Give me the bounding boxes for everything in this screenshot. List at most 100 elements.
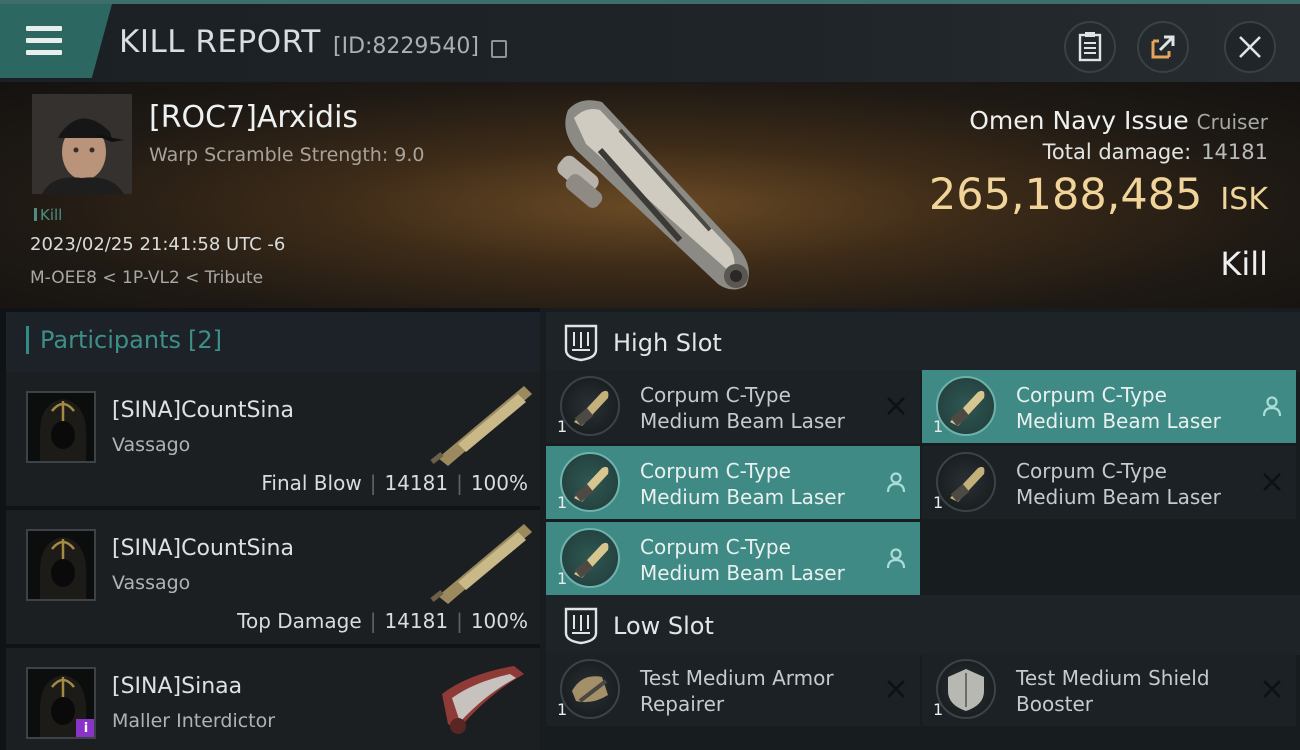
kill-tag: Kill [34, 206, 62, 224]
vassago-ship-image [430, 386, 532, 466]
isk-unit: ISK [1220, 182, 1268, 217]
participant-role: Top Damage [237, 609, 362, 633]
info-badge-icon: i [76, 719, 94, 737]
clipboard-icon [1078, 32, 1102, 62]
module-slot[interactable]: 1 Test Medium Armor Repairer [546, 653, 920, 726]
beam-laser-icon [560, 452, 620, 512]
module-quantity: 1 [933, 700, 944, 719]
module-slot[interactable]: 1 Corpum C-Type Medium Beam Laser [922, 370, 1296, 443]
ship-class-label: Cruiser [1196, 110, 1268, 134]
participant-name: [SINA]Sinaa [112, 674, 243, 699]
participants-header[interactable]: Participants [2] [6, 312, 540, 372]
low-slot-icon [564, 607, 598, 645]
victim-portrait[interactable] [32, 94, 132, 194]
participant-damage: 14181 [384, 471, 449, 495]
participant-stats: Final Blow | 14181 | 100% [261, 471, 528, 495]
high-slot-header: High Slot [546, 312, 1300, 372]
kill-datetime: 2023/02/25 21:41:58 UTC -6 [30, 234, 286, 255]
module-quantity: 1 [557, 417, 568, 436]
module-quantity: 1 [557, 493, 568, 512]
beam-laser-icon [560, 528, 620, 588]
participant-name: [SINA]CountSina [112, 536, 294, 561]
participants-label: Participants [40, 326, 181, 354]
maller-ship-image [442, 666, 524, 734]
kill-tag-label: Kill [40, 206, 63, 224]
fitting-panel: High Slot 1 Corpum C-Type Medium Beam La… [540, 308, 1300, 750]
module-name: Test Medium Shield Booster [1016, 666, 1210, 716]
participant-ship: Vassago [112, 434, 191, 456]
destroyed-x-icon [887, 397, 905, 415]
kill-result: Kill [1220, 245, 1268, 283]
victim-ship-name[interactable]: Omen Navy Issue Cruiser [969, 106, 1268, 135]
share-icon [1151, 35, 1175, 59]
participant-row[interactable]: i [SINA]Sinaa Maller Interdictor [6, 648, 540, 750]
participant-row[interactable]: [SINA]CountSina Vassago Final Blow | 14181… [6, 372, 540, 506]
dropped-person-icon [886, 472, 906, 493]
participant-ship: Maller Interdictor [112, 710, 276, 732]
low-slot-title: Low Slot [613, 612, 714, 640]
destroyed-x-icon [887, 680, 905, 698]
module-name: Corpum C-Type Medium Beam Laser [1016, 383, 1221, 433]
module-quantity: 1 [933, 417, 944, 436]
participants-panel: Participants [2] [SINA]CountSina Vassago… [0, 308, 540, 750]
shield-booster-icon [936, 659, 996, 719]
beam-laser-icon [560, 376, 620, 436]
participant-avatar: i [26, 667, 96, 739]
dropped-person-icon [886, 548, 906, 569]
participant-damage: 14181 [384, 609, 449, 633]
isk-value: 265,188,485 ISK [929, 170, 1268, 220]
total-damage: Total damage: 14181 [1043, 140, 1268, 164]
participant-row[interactable]: [SINA]CountSina Vassago Top Damage | 14181… [6, 510, 540, 644]
module-quantity: 1 [557, 700, 568, 719]
header-bar: KILL REPORT [ID:8229540] [0, 4, 1300, 82]
close-button[interactable] [1224, 21, 1276, 73]
module-slot[interactable]: 1 Test Medium Shield Booster [922, 653, 1296, 726]
hooded-pilot-portrait [28, 393, 94, 461]
module-slot[interactable]: 1 Corpum C-Type Medium Beam Laser [546, 370, 920, 443]
isk-amount: 265,188,485 [928, 170, 1203, 220]
module-name: Corpum C-Type Medium Beam Laser [640, 383, 845, 433]
destroyed-x-icon [1263, 680, 1281, 698]
module-slot[interactable]: 1 Corpum C-Type Medium Beam Laser [546, 446, 920, 519]
participant-avatar [26, 391, 96, 463]
ship-name-label: Omen Navy Issue [969, 106, 1189, 135]
victim-pilot-name[interactable]: [ROC7]Arxidis [149, 100, 358, 135]
module-name: Corpum C-Type Medium Beam Laser [640, 535, 845, 585]
participant-avatar [26, 529, 96, 601]
kill-tag-bar [34, 208, 37, 221]
page-title: KILL REPORT [119, 24, 321, 60]
module-slot[interactable]: 1 Corpum C-Type Medium Beam Laser [546, 522, 920, 595]
destroyed-x-icon [1263, 473, 1281, 491]
beam-laser-icon [936, 376, 996, 436]
participant-percent: 100% [470, 471, 528, 495]
module-name: Corpum C-Type Medium Beam Laser [1016, 459, 1221, 509]
module-name: Test Medium Armor Repairer [640, 666, 834, 716]
armor-repairer-icon [560, 659, 620, 719]
copy-id-icon[interactable] [491, 40, 507, 58]
module-quantity: 1 [557, 569, 568, 588]
beam-laser-icon [936, 452, 996, 512]
close-icon [1239, 36, 1261, 58]
share-button[interactable] [1137, 21, 1189, 73]
module-slot[interactable]: 1 Corpum C-Type Medium Beam Laser [922, 446, 1296, 519]
participant-stats: Top Damage | 14181 | 100% [237, 609, 528, 633]
pilot-portrait-image [32, 94, 132, 194]
hooded-pilot-portrait [28, 531, 94, 599]
dropped-person-icon [1262, 396, 1282, 417]
participant-name: [SINA]CountSina [112, 398, 294, 423]
total-damage-value: 14181 [1201, 140, 1268, 164]
participants-header-bar [26, 326, 29, 354]
module-name: Corpum C-Type Medium Beam Laser [640, 459, 845, 509]
total-damage-label: Total damage: [1042, 140, 1192, 164]
victim-panel: [ROC7]Arxidis Warp Scramble Strength: 9.… [0, 82, 1300, 308]
participants-count: [2] [188, 326, 222, 354]
kill-location: M-OEE8 < 1P-VL2 < Tribute [30, 268, 264, 288]
clipboard-button[interactable] [1064, 21, 1116, 73]
warp-scramble-strength: Warp Scramble Strength: 9.0 [149, 144, 425, 166]
hamburger-menu-icon [26, 26, 62, 56]
high-slot-title: High Slot [613, 329, 722, 357]
vassago-ship-image [430, 524, 532, 604]
victim-ship-image [557, 100, 749, 290]
menu-button[interactable] [0, 4, 112, 78]
high-slot-icon [564, 324, 598, 362]
